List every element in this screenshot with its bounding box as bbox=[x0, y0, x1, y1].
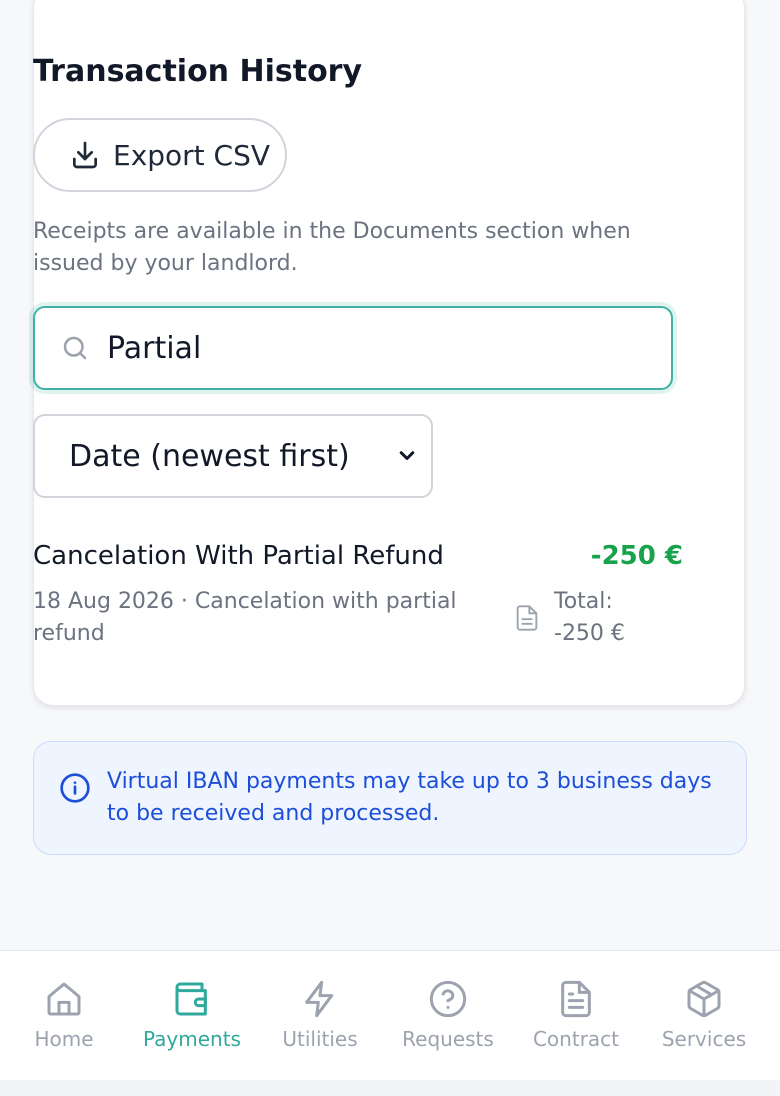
download-icon bbox=[69, 139, 101, 171]
transaction-total-label: Total: bbox=[554, 589, 613, 614]
nav-item-home[interactable]: Home bbox=[0, 951, 128, 1081]
bottom-nav: Home Payments Utilities Requests Contrac… bbox=[0, 950, 780, 1081]
nav-label-contract: Contract bbox=[532, 1027, 620, 1051]
nav-item-utilities[interactable]: Utilities bbox=[256, 951, 384, 1081]
transaction-title: Cancelation With Partial Refund bbox=[33, 541, 444, 571]
nav-label-requests: Requests bbox=[402, 1027, 494, 1051]
nav-item-contract[interactable]: Contract bbox=[512, 951, 640, 1081]
transaction-subtitle: 18 Aug 2026 · Cancelation with partial r… bbox=[33, 589, 457, 646]
nav-label-payments: Payments bbox=[143, 1027, 241, 1051]
nav-label-services: Services bbox=[661, 1027, 747, 1051]
document-icon bbox=[516, 605, 538, 631]
page-title: Transaction History bbox=[33, 54, 363, 89]
transaction-total-value: -250 € bbox=[554, 621, 625, 646]
question-circle-icon bbox=[429, 980, 467, 1018]
info-text: Virtual IBAN payments may take up to 3 b… bbox=[107, 769, 712, 826]
nav-item-services[interactable]: Services bbox=[640, 951, 768, 1081]
transaction-row[interactable]: Cancelation With Partial Refund -250 € 1… bbox=[33, 538, 683, 658]
transaction-total: Total: -250 € bbox=[554, 586, 674, 650]
search-field[interactable] bbox=[33, 306, 673, 390]
export-csv-button[interactable]: Export CSV bbox=[33, 118, 287, 192]
bottom-safe-area bbox=[0, 1080, 780, 1096]
lightning-icon bbox=[305, 980, 334, 1018]
sort-select[interactable]: Date (newest first) bbox=[33, 414, 433, 498]
nav-item-payments[interactable]: Payments bbox=[128, 951, 256, 1081]
export-csv-label: Export CSV bbox=[113, 138, 271, 172]
home-icon bbox=[47, 982, 81, 1016]
nav-label-home: Home bbox=[34, 1027, 94, 1051]
search-icon bbox=[59, 332, 91, 364]
wallet-icon bbox=[175, 982, 207, 1016]
transaction-amount: -250 € bbox=[590, 541, 683, 571]
package-icon bbox=[687, 980, 721, 1018]
search-input[interactable] bbox=[107, 330, 647, 366]
chevron-down-icon bbox=[399, 451, 415, 460]
info-icon bbox=[60, 773, 90, 803]
info-banner: Virtual IBAN payments may take up to 3 b… bbox=[33, 741, 747, 855]
nav-item-requests[interactable]: Requests bbox=[384, 951, 512, 1081]
sort-select-value: Date (newest first) bbox=[69, 438, 350, 474]
nav-label-utilities: Utilities bbox=[282, 1027, 358, 1051]
receipts-notice: Receipts are available in the Documents … bbox=[33, 219, 631, 276]
file-text-icon bbox=[561, 980, 591, 1018]
